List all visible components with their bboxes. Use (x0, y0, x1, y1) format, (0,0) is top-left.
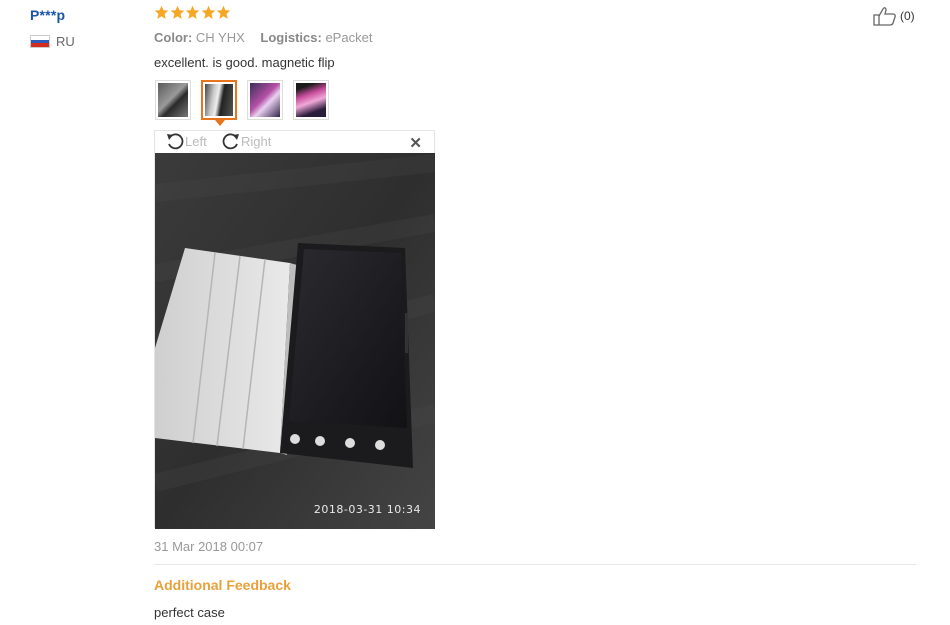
russia-flag-icon (30, 35, 50, 48)
user-country: RU (30, 34, 75, 49)
thumbnail-3[interactable] (247, 80, 283, 120)
thumbnail-2[interactable] (201, 80, 237, 120)
helpful-count: (0) (900, 9, 915, 23)
rotate-left-icon (167, 133, 184, 150)
order-meta: Color: CH YHX Logistics: ePacket (154, 30, 372, 45)
review-photo-image (152, 153, 438, 529)
review-date: 31 Mar 2018 00:07 (154, 539, 264, 554)
rotate-left-button[interactable]: Left (165, 132, 207, 150)
rotate-left-label: Left (185, 133, 207, 149)
image-viewer: Left Right ✕ 2018-03-31 10:34 (152, 130, 438, 529)
viewer-toolbar: Left Right ✕ (155, 131, 434, 153)
star-icon (170, 5, 184, 19)
additional-feedback-text: perfect case (154, 605, 225, 620)
country-code: RU (56, 34, 75, 49)
divider (154, 564, 916, 565)
rotate-right-icon (222, 133, 239, 150)
thumbnail-1[interactable] (155, 80, 191, 120)
logistics-label: Logistics: (260, 30, 322, 45)
thumbs-up-icon (873, 7, 896, 26)
photo-timestamp: 2018-03-31 10:34 (313, 503, 421, 516)
image-thumbnails (155, 80, 339, 120)
star-icon (154, 5, 169, 19)
close-icon[interactable]: ✕ (409, 134, 422, 152)
rotate-right-button[interactable]: Right (221, 132, 271, 150)
user-name[interactable]: P***p (30, 7, 65, 23)
star-icon (201, 5, 215, 19)
rotate-right-label: Right (241, 133, 272, 149)
star-icon (216, 5, 231, 19)
star-rating (154, 5, 232, 20)
review-photo: 2018-03-31 10:34 (152, 153, 438, 529)
thumbnail-4[interactable] (293, 80, 329, 120)
star-icon (185, 5, 200, 19)
helpful-button[interactable]: (0) (873, 6, 915, 26)
additional-feedback-title: Additional Feedback (154, 577, 291, 593)
logistics-value: ePacket (325, 30, 373, 45)
review-text: excellent. is good. magnetic flip (154, 55, 335, 70)
color-label: Color: (154, 30, 193, 45)
color-value: CH YHX (195, 30, 245, 45)
selected-thumbnail-caret (215, 120, 225, 126)
